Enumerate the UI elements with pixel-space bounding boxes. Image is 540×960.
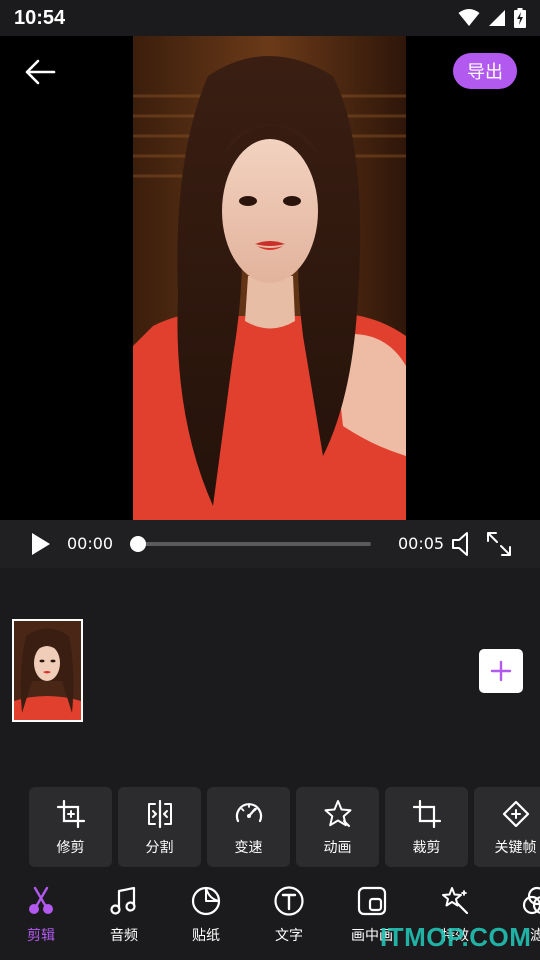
player-controls: 00:00 00:05 xyxy=(0,520,540,568)
tool-label: 修剪 xyxy=(56,840,85,856)
keyframe-icon xyxy=(502,800,529,828)
video-frame-photo xyxy=(133,36,406,520)
edit-tools-row: 修剪 分割 变速 动画 裁剪 关键帧 xyxy=(0,787,540,869)
watermark: ITMOP.COM xyxy=(380,922,532,952)
split-icon xyxy=(147,799,172,829)
seek-thumb[interactable] xyxy=(130,536,146,552)
trim-icon xyxy=(56,799,85,829)
nav-label: 文字 xyxy=(275,928,303,944)
battery-charging-icon xyxy=(514,8,526,28)
tool-label: 分割 xyxy=(145,840,174,856)
video-preview[interactable]: 导出 xyxy=(0,36,540,520)
sticker-icon xyxy=(191,886,221,916)
status-bar: 10:54 xyxy=(0,0,540,36)
nav-label: 贴纸 xyxy=(192,928,220,944)
fullscreen-icon xyxy=(487,532,511,556)
cellular-signal-icon xyxy=(489,10,505,26)
play-icon xyxy=(32,533,50,555)
tool-label: 变速 xyxy=(234,840,263,856)
speaker-icon xyxy=(452,532,468,556)
tool-animation[interactable]: 动画 xyxy=(296,787,379,867)
animation-icon xyxy=(324,800,351,827)
wifi-icon xyxy=(458,9,480,26)
back-button[interactable] xyxy=(20,52,60,92)
seek-bar[interactable] xyxy=(130,536,371,552)
tool-keyframe[interactable]: 关键帧 xyxy=(474,787,540,867)
status-icons xyxy=(458,8,526,28)
music-icon xyxy=(110,886,136,915)
filter-icon xyxy=(522,886,540,915)
nav-audio[interactable]: 音频 xyxy=(84,875,164,960)
tool-label: 动画 xyxy=(323,840,352,856)
clip-timeline xyxy=(0,568,540,784)
nav-label: 剪辑 xyxy=(27,928,55,944)
crop-icon xyxy=(412,799,441,829)
picture-in-picture-icon xyxy=(357,886,387,916)
add-clip-button[interactable] xyxy=(479,649,523,693)
tool-split[interactable]: 分割 xyxy=(118,787,201,867)
nav-edit[interactable]: 剪辑 xyxy=(1,875,81,960)
nav-text[interactable]: 文字 xyxy=(249,875,329,960)
scissors-icon xyxy=(29,886,53,914)
tool-crop[interactable]: 裁剪 xyxy=(385,787,468,867)
video-editor-screen: 10:54 导出 00:00 00:05 修剪 分割 变速 动画 裁剪 关键帧 … xyxy=(0,0,540,960)
tool-speed[interactable]: 变速 xyxy=(207,787,290,867)
speed-icon xyxy=(235,803,262,823)
tool-label: 关键帧 xyxy=(494,840,537,856)
effects-icon xyxy=(442,887,469,915)
nav-sticker[interactable]: 贴纸 xyxy=(166,875,246,960)
play-button[interactable] xyxy=(26,530,54,558)
current-time: 00:00 xyxy=(67,534,114,553)
export-button[interactable]: 导出 xyxy=(453,53,517,89)
status-time: 10:54 xyxy=(14,6,66,29)
arrow-left-icon xyxy=(25,59,56,85)
fullscreen-button[interactable] xyxy=(485,530,513,558)
plus-icon xyxy=(490,660,512,682)
text-icon xyxy=(274,886,304,916)
tool-trim[interactable]: 修剪 xyxy=(29,787,112,867)
volume-button[interactable] xyxy=(449,530,477,558)
nav-label: 滤 xyxy=(530,928,540,944)
nav-label: 音频 xyxy=(110,928,138,944)
clip-thumbnail[interactable] xyxy=(12,619,83,722)
tool-label: 裁剪 xyxy=(412,840,441,856)
total-time: 00:05 xyxy=(398,534,445,553)
